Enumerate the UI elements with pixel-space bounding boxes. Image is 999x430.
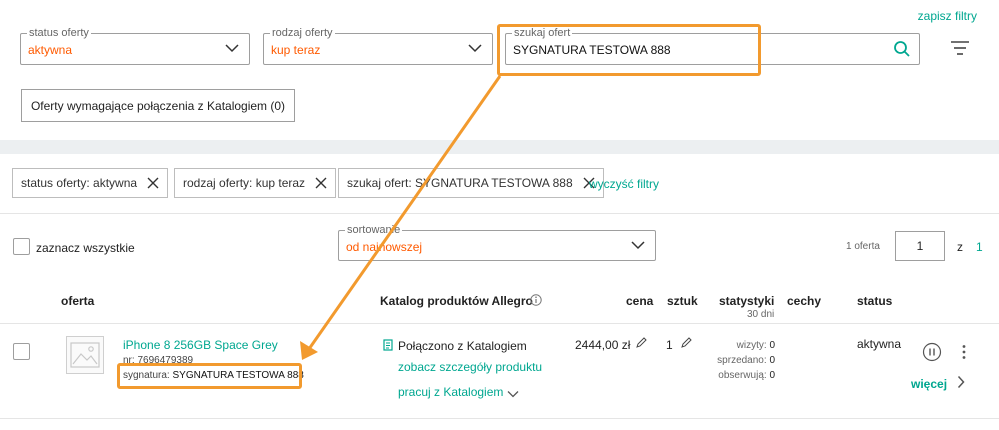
- type-select-legend: rodzaj oferty: [270, 26, 335, 40]
- info-icon[interactable]: [530, 294, 542, 309]
- column-status: status: [857, 294, 893, 308]
- type-select[interactable]: rodzaj oferty kup teraz: [263, 26, 493, 65]
- chip-status-label: status oferty: aktywna: [21, 176, 138, 190]
- pencil-icon[interactable]: [680, 337, 692, 352]
- offer-number-value: 7696479389: [137, 355, 194, 366]
- chip-status[interactable]: status oferty: aktywna: [12, 168, 169, 198]
- pause-icon[interactable]: [922, 342, 942, 365]
- offer-qty: 1: [666, 338, 673, 352]
- pager-of: z: [957, 240, 963, 254]
- stat-visits: wizyty: 0: [736, 340, 775, 351]
- pencil-icon[interactable]: [635, 337, 647, 352]
- filter-icon[interactable]: [950, 40, 970, 59]
- section-divider: [0, 140, 999, 154]
- column-offer: oferta: [61, 294, 95, 308]
- column-qty: sztuk: [667, 294, 698, 308]
- column-stats: statystyki: [719, 294, 775, 308]
- document-icon: [383, 339, 393, 354]
- chip-search[interactable]: szukaj ofert: SYGNATURA TESTOWA 888: [338, 168, 604, 198]
- offer-number-label: nr:: [123, 355, 135, 366]
- type-select-value: kup teraz: [271, 43, 321, 57]
- status-select-legend: status oferty: [27, 26, 91, 40]
- status-select[interactable]: status oferty aktywna: [20, 26, 250, 65]
- close-icon[interactable]: [315, 177, 327, 189]
- image-placeholder-icon: [70, 342, 100, 368]
- header-divider: [0, 323, 999, 324]
- stat-sold: sprzedano: 0: [717, 355, 775, 366]
- close-icon[interactable]: [147, 177, 159, 189]
- select-all-label: zaznacz wszystkie: [36, 241, 135, 255]
- more-link[interactable]: więcej: [911, 377, 947, 391]
- column-features: cechy: [787, 294, 822, 308]
- column-stats-period: 30 dni: [747, 309, 775, 320]
- sort-select-legend: sortowanie: [345, 223, 403, 237]
- sort-select[interactable]: sortowanie od najnowszej: [338, 223, 656, 261]
- offer-thumbnail: [66, 336, 104, 374]
- chip-type[interactable]: rodzaj oferty: kup teraz: [174, 168, 337, 198]
- chevron-down-icon: [468, 43, 482, 53]
- select-all-checkbox[interactable]: [13, 238, 30, 255]
- clear-filters-link[interactable]: wyczyść filtry: [589, 177, 659, 191]
- sort-select-value: od najnowszej: [346, 240, 423, 254]
- offer-title-link[interactable]: iPhone 8 256GB Space Grey: [123, 338, 278, 352]
- row-divider: [0, 418, 999, 419]
- status-select-value: aktywna: [28, 43, 73, 57]
- stat-watchers: obserwują: 0: [718, 370, 775, 381]
- offer-price: 2444,00 zł: [575, 338, 631, 352]
- chevron-down-icon[interactable]: [507, 387, 519, 401]
- search-input-legend: szukaj ofert: [512, 26, 573, 40]
- page-input[interactable]: 1: [895, 231, 945, 261]
- offer-stats: wizyty: 0 sprzedano: 0 obserwują: 0: [700, 338, 775, 383]
- offer-count: 1 oferta: [846, 241, 880, 252]
- save-filters-link[interactable]: zapisz filtry: [918, 9, 977, 23]
- more-options-icon[interactable]: [961, 344, 967, 363]
- search-input[interactable]: szukaj ofert SYGNATURA TESTOWA 888: [505, 26, 920, 65]
- chip-search-label: szukaj ofert: SYGNATURA TESTOWA 888: [347, 176, 573, 190]
- chevron-down-icon: [225, 43, 239, 53]
- catalog-work-link[interactable]: pracuj z Katalogiem: [398, 385, 503, 399]
- offer-status: aktywna: [857, 337, 902, 351]
- column-catalog: Katalog produktów Allegro: [380, 294, 533, 308]
- catalog-offers-button[interactable]: Oferty wymagające połączenia z Katalogie…: [21, 89, 295, 122]
- search-icon[interactable]: [893, 40, 911, 61]
- offer-signature-label: sygnatura:: [123, 370, 170, 381]
- offer-signature-value: SYGNATURA TESTOWA 888: [172, 370, 304, 381]
- pager-total-link[interactable]: 1: [976, 240, 983, 254]
- chip-type-label: rodzaj oferty: kup teraz: [183, 176, 306, 190]
- column-price: cena: [626, 294, 654, 308]
- offer-number: nr: 7696479389: [123, 355, 193, 366]
- catalog-details-link[interactable]: zobacz szczegóły produktu: [398, 360, 542, 374]
- chevron-right-icon[interactable]: [957, 375, 965, 392]
- catalog-status: Połączono z Katalogiem: [398, 339, 527, 353]
- offer-signature: sygnatura: SYGNATURA TESTOWA 888: [123, 370, 304, 381]
- offer-checkbox[interactable]: [13, 343, 30, 360]
- chevron-down-icon: [631, 240, 645, 250]
- search-input-value[interactable]: SYGNATURA TESTOWA 888: [513, 43, 671, 57]
